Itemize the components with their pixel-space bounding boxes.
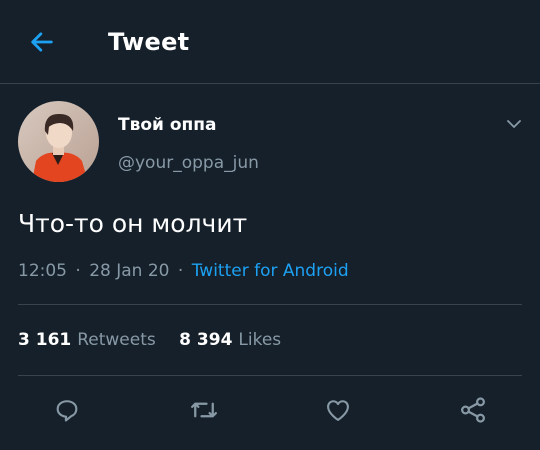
display-name[interactable]: Твой оппа <box>118 113 217 137</box>
reply-icon <box>56 400 78 422</box>
share-button[interactable] <box>456 393 490 427</box>
tweet-source-link[interactable]: Twitter for Android <box>192 261 349 281</box>
share-icon <box>460 397 486 423</box>
retweets-count: 3 161 <box>18 330 72 350</box>
back-button[interactable] <box>26 26 58 58</box>
likes-count: 8 394 <box>179 330 233 350</box>
top-bar: Tweet <box>0 0 540 84</box>
divider <box>18 304 522 305</box>
meta-separator: · <box>75 261 81 281</box>
divider <box>18 375 522 376</box>
chevron-down-icon <box>507 120 521 128</box>
tweet-meta: 12:05 · 28 Jan 20 · Twitter for Android <box>18 258 349 284</box>
retweets-label: Retweets <box>77 330 156 350</box>
avatar-image <box>18 101 99 182</box>
user-handle[interactable]: @your_oppa_jun <box>118 151 259 175</box>
retweet-icon <box>191 402 217 418</box>
meta-separator: · <box>177 261 184 281</box>
more-options-button[interactable] <box>500 110 528 138</box>
retweets-stat[interactable]: 3 161 Retweets <box>18 326 156 354</box>
page-title: Tweet <box>108 28 190 56</box>
tweet-time: 12:05 <box>18 261 67 281</box>
engagement-stats: 3 161 Retweets 8 394 Likes <box>18 326 281 354</box>
like-button[interactable] <box>321 393 355 427</box>
likes-stat[interactable]: 8 394 Likes <box>179 326 281 354</box>
arrow-left-icon <box>31 32 53 52</box>
tweet-text: Что-то он молчит <box>18 209 248 238</box>
likes-label: Likes <box>238 330 282 350</box>
tweet-date: 28 Jan 20 <box>89 261 170 281</box>
reply-button[interactable] <box>50 393 84 427</box>
retweet-button[interactable] <box>187 393 221 427</box>
avatar[interactable] <box>18 101 99 182</box>
heart-icon <box>327 400 349 421</box>
